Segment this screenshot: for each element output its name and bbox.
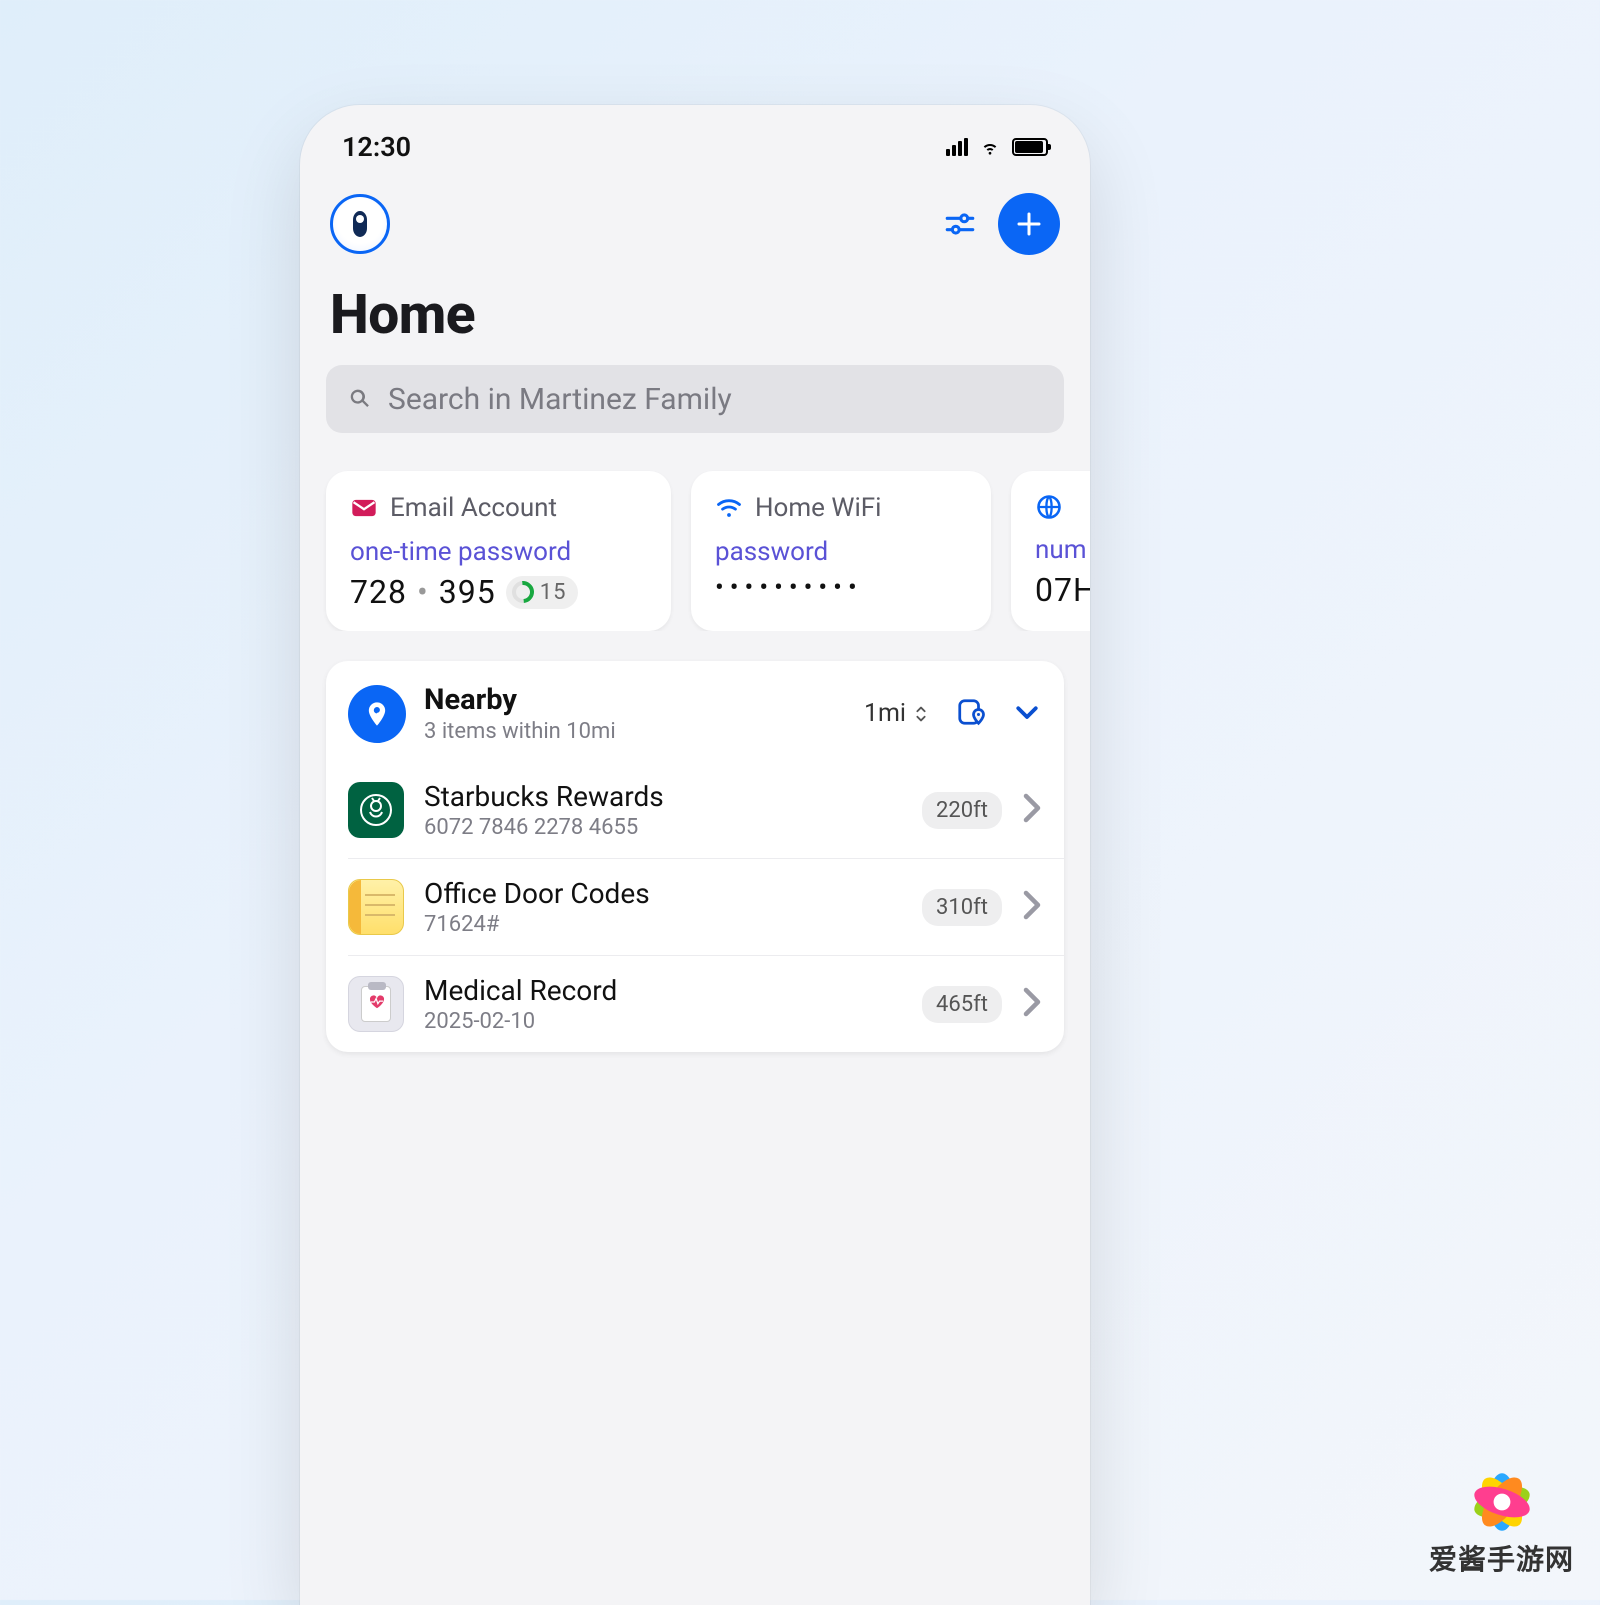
medical-icon — [348, 976, 404, 1032]
nearby-section: Nearby 3 items within 10mi 1mi — [326, 661, 1064, 1052]
status-indicators — [946, 138, 1048, 156]
nearby-item-subtitle: 6072 7846 2278 4655 — [424, 815, 902, 840]
nearby-item-title: Starbucks Rewards — [424, 780, 902, 813]
nearby-item[interactable]: Medical Record 2025-02-10 465ft — [348, 955, 1064, 1052]
note-icon — [348, 879, 404, 935]
app-logo[interactable] — [330, 194, 390, 254]
search-icon — [346, 385, 374, 413]
page-title: Home — [300, 255, 1090, 365]
search-input[interactable]: Search in Martinez Family — [326, 365, 1064, 433]
timer-ring-icon — [507, 577, 538, 608]
starbucks-icon — [348, 782, 404, 838]
status-bar: 12:30 — [300, 105, 1090, 173]
quick-card-field-label: password — [715, 537, 967, 567]
quick-card-title: Home WiFi — [755, 493, 882, 523]
location-square-icon — [956, 697, 986, 727]
nearby-item-title: Office Door Codes — [424, 877, 902, 910]
collapse-button[interactable] — [1012, 697, 1042, 731]
quick-card-title: Email Account — [390, 493, 557, 523]
chevron-down-icon — [1012, 697, 1042, 727]
nearby-item-subtitle: 71624# — [424, 912, 902, 937]
quick-card-field-label: one-time password — [350, 537, 647, 567]
map-pin-icon — [363, 700, 391, 728]
quick-card-partial[interactable]: num 07H — [1011, 471, 1090, 631]
search-placeholder: Search in Martinez Family — [388, 382, 732, 417]
plus-icon — [1014, 209, 1044, 239]
quick-card-wifi[interactable]: Home WiFi password •••••••••• — [691, 471, 991, 631]
quick-card-field-label: num — [1035, 535, 1090, 565]
phone-frame: 12:30 Home Search in Martinez Family — [300, 105, 1090, 1605]
nearby-item[interactable]: Starbucks Rewards 6072 7846 2278 4655 22… — [348, 762, 1064, 858]
nearby-pin-icon-wrap — [348, 685, 406, 743]
status-time: 12:30 — [342, 131, 411, 163]
stepper-icon — [912, 703, 930, 725]
filter-button[interactable] — [942, 206, 978, 242]
mail-icon — [350, 494, 378, 522]
cellular-icon — [946, 138, 968, 156]
sliders-icon — [943, 207, 977, 241]
nearby-header: Nearby 3 items within 10mi 1mi — [326, 661, 1064, 762]
distance-badge: 310ft — [922, 889, 1002, 926]
nearby-item-subtitle: 2025-02-10 — [424, 1009, 902, 1034]
quick-access-row: Email Account one-time password 728•395 … — [300, 433, 1090, 631]
battery-icon — [1012, 138, 1048, 156]
chevron-right-icon — [1022, 890, 1042, 924]
wifi-icon — [715, 494, 743, 522]
app-header — [300, 173, 1090, 255]
wifi-icon — [978, 138, 1002, 156]
nearby-item-title: Medical Record — [424, 974, 902, 1007]
distance-badge: 220ft — [922, 792, 1002, 829]
watermark-logo — [1466, 1466, 1538, 1538]
nearby-item[interactable]: Office Door Codes 71624# 310ft — [348, 858, 1064, 955]
nearby-title: Nearby — [424, 683, 846, 717]
chevron-right-icon — [1022, 987, 1042, 1021]
nearby-subtitle: 3 items within 10mi — [424, 719, 846, 744]
location-edit-button[interactable] — [956, 697, 986, 731]
add-button[interactable] — [998, 193, 1060, 255]
password-masked: •••••••••• — [715, 573, 967, 603]
quick-card-email[interactable]: Email Account one-time password 728•395 … — [326, 471, 671, 631]
otp-timer: 15 — [506, 576, 579, 609]
quick-card-value: 07H — [1035, 571, 1090, 609]
watermark-text: 爱酱手游网 — [1429, 1538, 1574, 1578]
keyhole-icon — [353, 211, 367, 237]
globe-icon — [1035, 493, 1063, 521]
radius-selector[interactable]: 1mi — [864, 699, 930, 728]
chevron-right-icon — [1022, 793, 1042, 827]
distance-badge: 465ft — [922, 986, 1002, 1023]
otp-value: 728•395 15 — [350, 573, 647, 611]
